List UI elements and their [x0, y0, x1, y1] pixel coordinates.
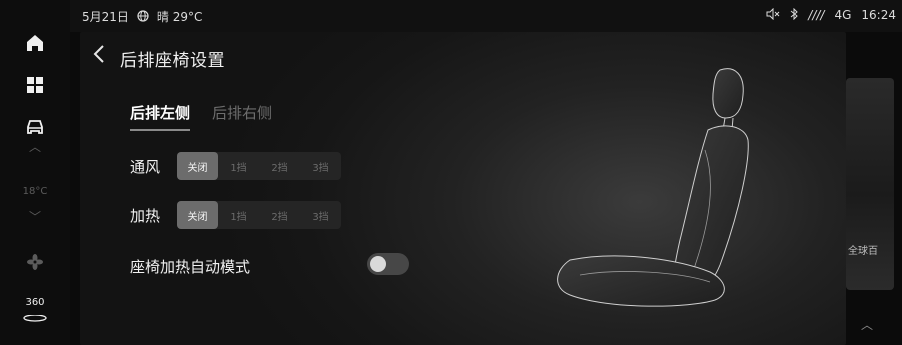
- weather-text: 晴 29°C: [156, 10, 203, 24]
- ventilation-option-2[interactable]: 2挡: [259, 152, 300, 180]
- tab-rear-right[interactable]: 后排右侧: [212, 102, 272, 131]
- heating-option-off[interactable]: 关闭: [177, 201, 218, 229]
- chevron-up-icon[interactable]: ︿: [861, 316, 873, 333]
- temp-down-icon[interactable]: ﹀: [0, 208, 70, 225]
- heating-option-1[interactable]: 1挡: [218, 201, 259, 229]
- back-button[interactable]: [92, 44, 106, 70]
- network-type: 4G: [834, 8, 852, 22]
- ventilation-option-3[interactable]: 3挡: [300, 152, 341, 180]
- heating-option-3[interactable]: 3挡: [300, 201, 341, 229]
- car-icon[interactable]: [0, 118, 70, 140]
- tab-rear-left[interactable]: 后排左侧: [130, 102, 191, 131]
- signal-bars: ////: [808, 8, 825, 22]
- temperature-value: 18°C: [22, 186, 48, 197]
- background-app-label: 全球百: [848, 246, 878, 257]
- chevron-left-icon: [93, 45, 104, 63]
- ventilation-label: 通风: [130, 158, 161, 176]
- home-icon[interactable]: [0, 34, 70, 56]
- status-right: //// 4G 16:24: [766, 7, 896, 22]
- background-app-card: [846, 78, 894, 290]
- heating-option-2[interactable]: 2挡: [259, 201, 300, 229]
- status-left: 5月21日 晴 29°C: [82, 8, 202, 25]
- clock: 16:24: [861, 8, 896, 22]
- date-text: 5月21日: [82, 10, 129, 24]
- globe-icon: [137, 9, 149, 24]
- auto-heat-mode-label: 座椅加热自动模式: [130, 258, 251, 276]
- ventilation-level-selector: 关闭 1挡 2挡 3挡: [177, 152, 341, 180]
- temp-up-icon[interactable]: ︿: [0, 138, 70, 155]
- camera-360-label: 360: [25, 297, 45, 308]
- seat-illustration: [557, 68, 749, 307]
- ventilation-option-1[interactable]: 1挡: [218, 152, 259, 180]
- heating-level-selector: 关闭 1挡 2挡 3挡: [177, 201, 341, 229]
- bluetooth-icon: [790, 7, 799, 22]
- ventilation-option-off[interactable]: 关闭: [177, 152, 218, 180]
- auto-heat-mode-toggle[interactable]: [367, 253, 409, 275]
- heating-label: 加热: [130, 207, 161, 225]
- camera-360-button[interactable]: 360: [0, 298, 70, 327]
- speaker-mute-icon: [766, 7, 780, 22]
- page-title: 后排座椅设置: [120, 51, 225, 71]
- apps-grid-icon[interactable]: [0, 76, 70, 98]
- toggle-knob: [370, 256, 386, 272]
- left-sidebar: ︿ 18°C ﹀ 360: [0, 0, 70, 345]
- status-bar: 5月21日 晴 29°C //// 4G 16:24: [0, 0, 902, 32]
- fan-icon[interactable]: [0, 254, 70, 274]
- seat-side-tabs: 后排左侧 后排右侧: [130, 102, 272, 131]
